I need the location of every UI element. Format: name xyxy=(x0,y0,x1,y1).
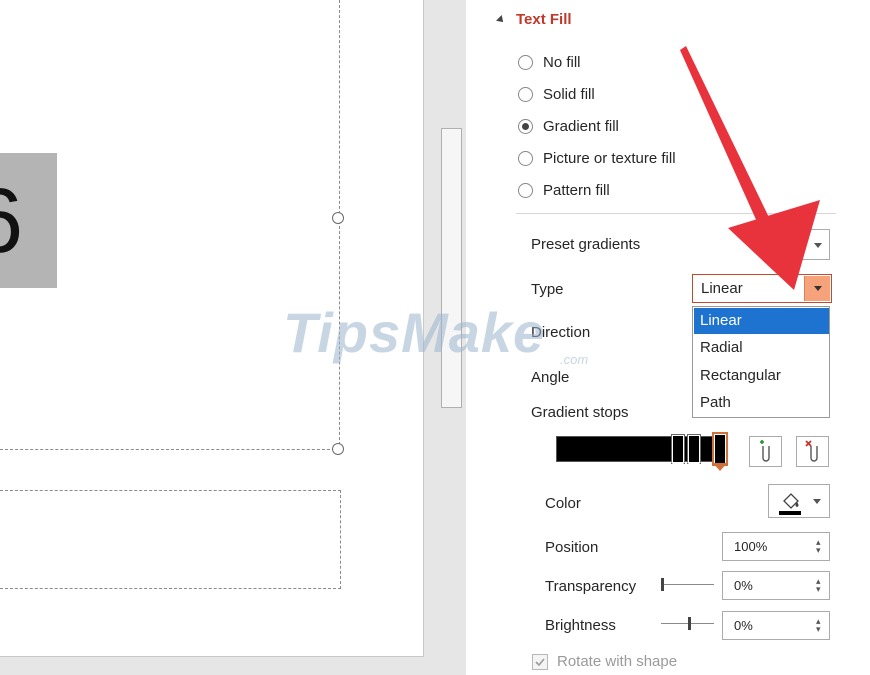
slide-glyph-text: 6 xyxy=(0,185,23,255)
resize-handle-right[interactable] xyxy=(332,212,344,224)
section-title[interactable]: Text Fill xyxy=(516,11,572,28)
position-spinner[interactable]: 100% ▴ ▾ xyxy=(722,532,830,561)
radio-gradient-fill[interactable] xyxy=(518,119,533,134)
radio-picture-fill[interactable] xyxy=(518,151,533,166)
chevron-down-icon xyxy=(813,499,821,504)
brightness-slider-thumb[interactable] xyxy=(688,617,691,630)
radio-label[interactable]: Pattern fill xyxy=(543,182,610,199)
add-gradient-stop-button[interactable] xyxy=(749,436,782,467)
paint-bucket-icon xyxy=(779,493,801,515)
transparency-spinner[interactable]: 0% ▴ ▾ xyxy=(722,571,830,600)
radio-label[interactable]: No fill xyxy=(543,54,581,71)
gradient-stop-2[interactable] xyxy=(687,434,701,464)
gradient-stop-2-pointer xyxy=(687,462,701,470)
brightness-label: Brightness xyxy=(545,617,616,634)
brightness-spinner[interactable]: 0% ▴ ▾ xyxy=(722,611,830,640)
position-value[interactable]: 100% xyxy=(734,539,767,554)
spinner-arrows-icon[interactable]: ▴ ▾ xyxy=(816,617,821,634)
radio-label[interactable]: Solid fill xyxy=(543,86,595,103)
type-option-path[interactable]: Path xyxy=(694,390,829,416)
rotate-with-shape-label[interactable]: Rotate with shape xyxy=(557,653,677,670)
radio-pattern-fill[interactable] xyxy=(518,183,533,198)
brightness-value[interactable]: 0% xyxy=(734,618,753,633)
type-label: Type xyxy=(531,281,564,298)
scrollbar-thumb[interactable] xyxy=(441,128,462,408)
type-option-linear[interactable]: Linear xyxy=(694,308,829,334)
position-label: Position xyxy=(545,539,599,556)
transparency-label: Transparency xyxy=(545,578,637,595)
textbox-placeholder[interactable] xyxy=(0,490,341,589)
color-label: Color xyxy=(545,495,581,512)
color-picker-button[interactable] xyxy=(768,484,830,518)
radio-label[interactable]: Picture or texture fill xyxy=(543,150,676,167)
rotate-with-shape-checkbox[interactable] xyxy=(532,654,548,670)
add-gradient-stop-icon xyxy=(760,440,770,462)
spinner-arrows-icon[interactable]: ▴ ▾ xyxy=(816,577,821,594)
slide-glyph: 6 xyxy=(0,185,40,255)
textbox-border-bottom xyxy=(0,449,340,450)
type-dropdown-list: Linear Radial Rectangular Path xyxy=(692,306,830,418)
gradient-stop-1[interactable] xyxy=(671,434,685,464)
watermark-suffix: .com xyxy=(560,352,589,367)
radio-solid-fill[interactable] xyxy=(518,87,533,102)
gradient-stops-label: Gradient stops xyxy=(531,404,629,421)
resize-handle-corner[interactable] xyxy=(332,443,344,455)
transparency-slider-track[interactable] xyxy=(661,584,714,585)
textbox-border-top xyxy=(339,0,340,450)
radio-label[interactable]: Gradient fill xyxy=(543,118,619,135)
checkmark-icon xyxy=(535,658,545,667)
gradient-stop-selected[interactable] xyxy=(712,432,728,466)
annotation-arrow-icon xyxy=(680,46,820,290)
radio-no-fill[interactable] xyxy=(518,55,533,70)
angle-label: Angle xyxy=(531,369,570,386)
gradient-stop-1-pointer xyxy=(671,462,685,470)
remove-gradient-stop-button[interactable] xyxy=(796,436,829,467)
remove-gradient-stop-icon xyxy=(805,440,818,462)
watermark-text: TipsMake xyxy=(283,301,546,364)
type-option-radial[interactable]: Radial xyxy=(694,335,829,361)
preset-gradients-label: Preset gradients xyxy=(531,236,641,253)
transparency-value[interactable]: 0% xyxy=(734,578,753,593)
transparency-slider-thumb[interactable] xyxy=(661,578,664,591)
gradient-stop-selected-pointer xyxy=(713,463,727,471)
spinner-arrows-icon[interactable]: ▴ ▾ xyxy=(816,538,821,555)
type-option-rectangular[interactable]: Rectangular xyxy=(694,363,829,389)
